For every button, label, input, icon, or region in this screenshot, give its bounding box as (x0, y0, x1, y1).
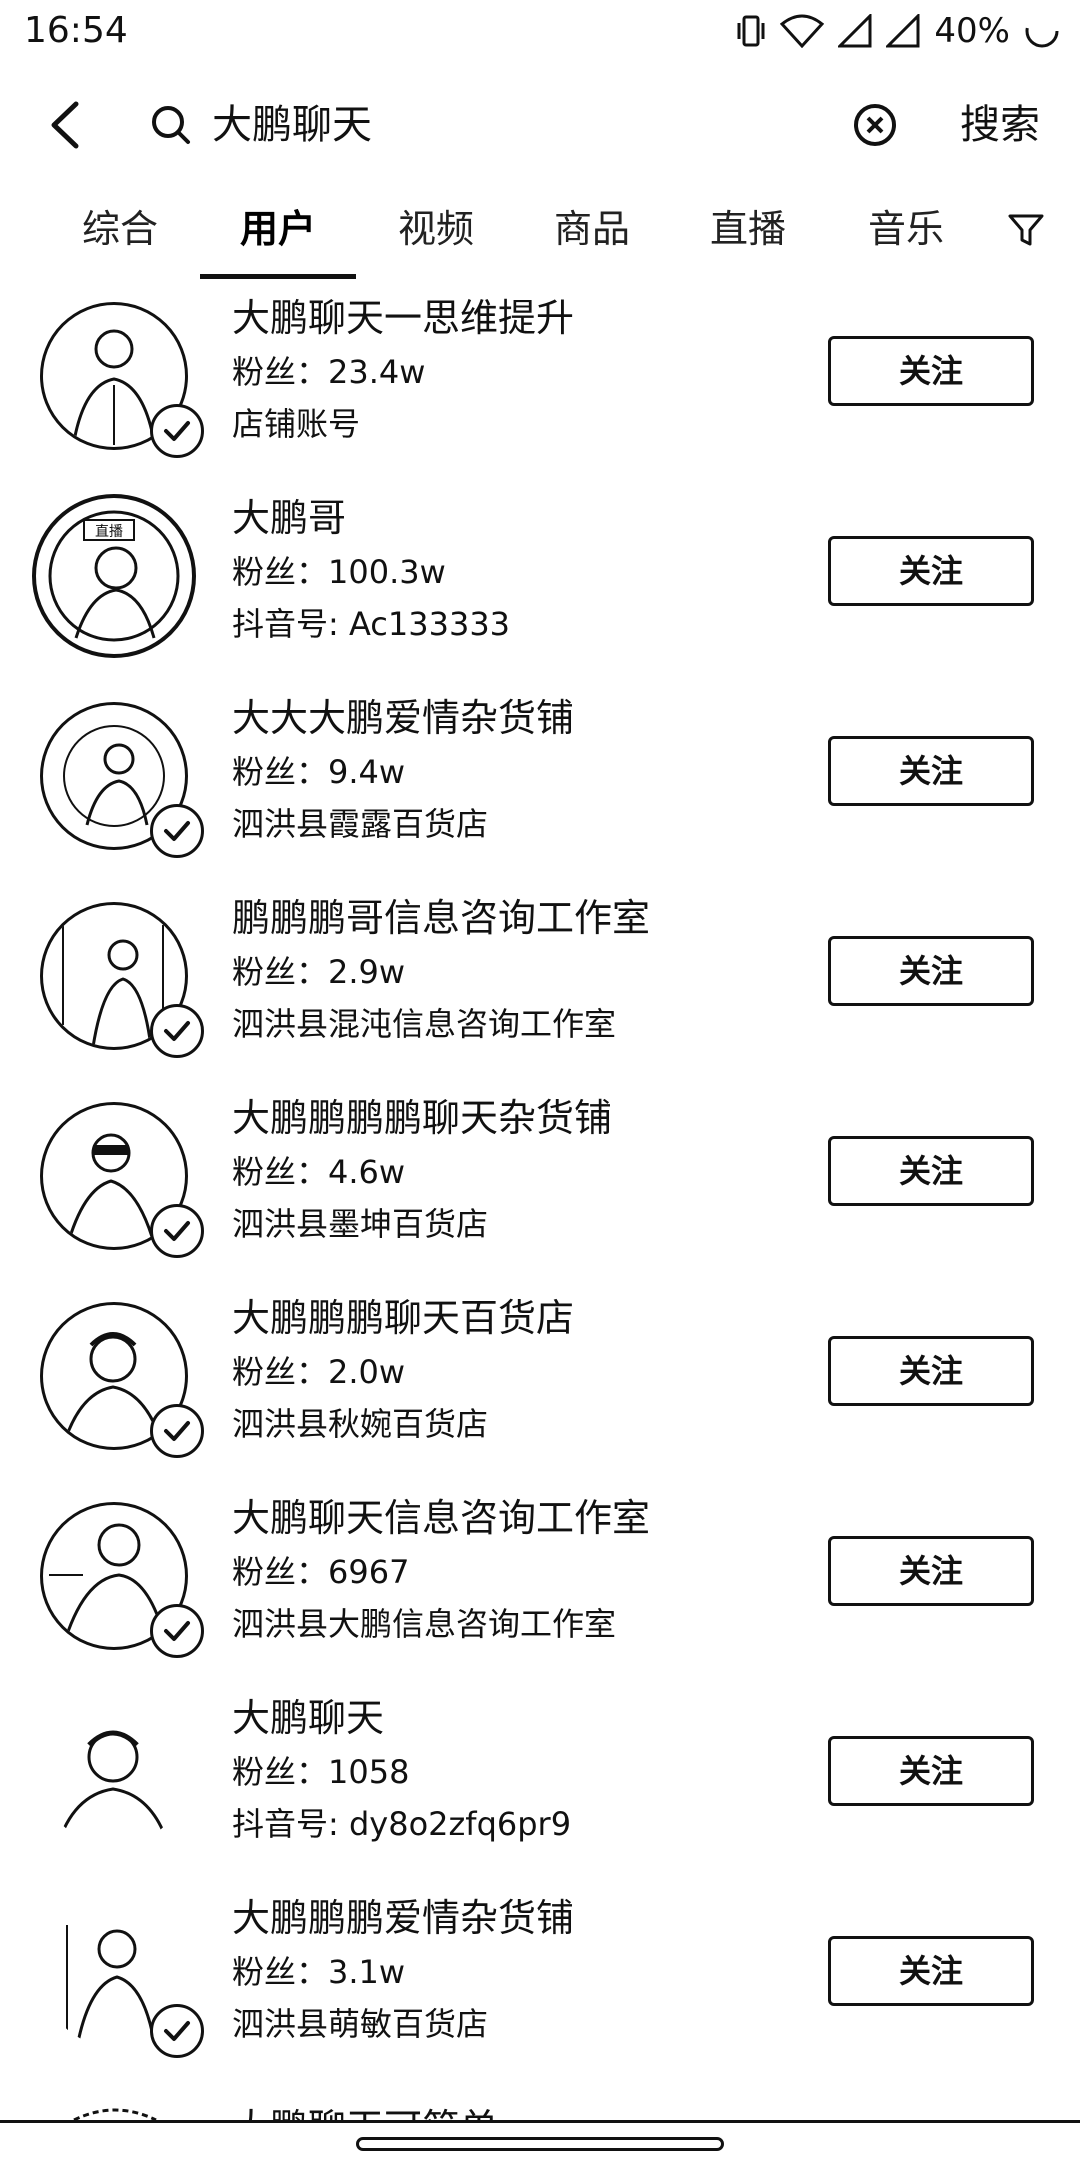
list-item[interactable]: 大鹏聊天 粉丝：1058 抖音号: dy8o2zfq6pr9 关注 (0, 1690, 1080, 1890)
avatar-live[interactable]: 直播 (32, 494, 196, 658)
tab-videos[interactable]: 视频 (396, 200, 476, 258)
search-icon (148, 102, 194, 148)
tab-live[interactable]: 直播 (708, 200, 788, 258)
user-name: 鹏鹏鹏哥信息咨询工作室 (232, 896, 651, 940)
navigation-bar (0, 2120, 1080, 2160)
list-item[interactable]: 大鹏鹏鹏鹏聊天杂货铺 粉丝：4.6w 泗洪县墨坤百货店 关注 (0, 1090, 1080, 1290)
user-subtitle: 泗洪县大鹏信息咨询工作室 (232, 1605, 617, 1643)
verified-badge (150, 404, 204, 458)
list-item[interactable]: 直播 大鹏哥 粉丝：100.3w 抖音号: Ac133333 关注 (0, 490, 1080, 690)
user-fans: 粉丝：100.3w (232, 553, 446, 591)
check-icon (164, 1421, 190, 1441)
user-name: 大鹏哥 (232, 496, 347, 540)
tab-bar: 综合 用户 视频 商品 直播 音乐 (0, 190, 1080, 279)
follow-button[interactable]: 关注 (828, 1736, 1034, 1806)
user-fans: 粉丝：9.4w (232, 753, 406, 791)
status-bar: 16:54 40% (0, 0, 1080, 62)
user-fans: 粉丝：3.1w (232, 1953, 406, 1991)
battery-percent: 40% (934, 11, 1010, 51)
follow-button[interactable]: 关注 (828, 1336, 1034, 1406)
follow-button[interactable]: 关注 (828, 936, 1034, 1006)
search-button[interactable]: 搜索 (960, 96, 1040, 154)
verified-badge (150, 804, 204, 858)
user-name: 大鹏聊天一思维提升 (232, 296, 575, 340)
check-icon (164, 821, 190, 841)
check-icon (164, 1221, 190, 1241)
list-item[interactable]: 大大大鹏爱情杂货铺 粉丝：9.4w 泗洪县霞露百货店 关注 (0, 690, 1080, 890)
search-input[interactable]: 大鹏聊天 (212, 96, 372, 154)
check-icon (164, 2021, 190, 2041)
app-screen: 16:54 40% 大鹏聊天 搜索 综合 用户 视频 商品 直播 音乐 大鹏聊天… (0, 0, 1080, 2160)
verified-badge (150, 1004, 204, 1058)
vibrate-icon (736, 13, 766, 49)
status-icons: 40% (736, 8, 1060, 54)
user-fans: 粉丝：2.0w (232, 1353, 406, 1391)
verified-badge (150, 2004, 204, 2058)
user-name: 大鹏聊天 (232, 1696, 385, 1740)
chevron-left-icon (51, 101, 79, 149)
user-name: 大鹏鹏鹏鹏聊天杂货铺 (232, 1096, 613, 1140)
user-fans: 粉丝：2.9w (232, 953, 406, 991)
user-subtitle: 抖音号: dy8o2zfq6pr9 (232, 1805, 572, 1843)
list-item[interactable]: 大鹏聊天一思维提升 粉丝：23.4w 店铺账号 关注 (0, 290, 1080, 490)
check-icon (164, 1621, 190, 1641)
user-subtitle: 泗洪县萌敏百货店 (232, 2005, 489, 2043)
signal-icon (886, 14, 920, 48)
list-item[interactable]: 大鹏聊天信息咨询工作室 粉丝：6967 泗洪县大鹏信息咨询工作室 关注 (0, 1490, 1080, 1690)
avatar[interactable] (70, 2104, 160, 2120)
user-fans: 粉丝：4.6w (232, 1153, 406, 1191)
active-tab-indicator (200, 274, 356, 279)
follow-button[interactable]: 关注 (828, 336, 1034, 406)
follow-button[interactable]: 关注 (828, 1536, 1034, 1606)
follow-button[interactable]: 关注 (828, 1936, 1034, 2006)
user-subtitle: 店铺账号 (232, 405, 361, 443)
home-indicator[interactable] (356, 2137, 724, 2151)
list-item[interactable]: 大鹏鹏鹏聊天百货店 粉丝：2.0w 泗洪县秋婉百货店 关注 (0, 1290, 1080, 1490)
battery-icon (1024, 13, 1060, 49)
tab-music[interactable]: 音乐 (866, 200, 946, 258)
user-name: 大大大鹏爱情杂货铺 (232, 696, 575, 740)
wifi-icon (780, 14, 825, 48)
search-header: 大鹏聊天 搜索 (0, 80, 1080, 170)
user-name: 大鹏聊天可简单 (232, 2100, 498, 2120)
verified-badge (150, 1404, 204, 1458)
tab-users[interactable]: 用户 (238, 200, 318, 258)
list-item[interactable]: 大鹏鹏鹏爱情杂货铺 粉丝：3.1w 泗洪县萌敏百货店 关注 (0, 1890, 1080, 2090)
verified-badge (150, 1604, 204, 1658)
user-fans: 粉丝：6967 (232, 1553, 410, 1591)
clear-icon (854, 104, 896, 146)
user-subtitle: 泗洪县霞露百货店 (232, 805, 489, 843)
signal-icon (838, 14, 872, 48)
follow-button[interactable]: 关注 (828, 536, 1034, 606)
status-time: 16:54 (24, 10, 128, 51)
user-name: 大鹏聊天信息咨询工作室 (232, 1496, 651, 1540)
user-name: 大鹏鹏鹏聊天百货店 (232, 1296, 575, 1340)
follow-button[interactable]: 关注 (828, 1136, 1034, 1206)
follow-button[interactable]: 关注 (828, 736, 1034, 806)
avatar[interactable] (40, 1702, 188, 1850)
tab-products[interactable]: 商品 (552, 200, 632, 258)
check-icon (164, 1021, 190, 1041)
user-fans: 粉丝：1058 (232, 1753, 410, 1791)
user-name: 大鹏鹏鹏爱情杂货铺 (232, 1896, 575, 1940)
user-subtitle: 抖音号: Ac133333 (232, 605, 511, 643)
filter-icon[interactable] (1006, 210, 1046, 250)
back-button[interactable] (36, 96, 94, 154)
user-subtitle: 泗洪县混沌信息咨询工作室 (232, 1005, 617, 1043)
check-icon (164, 421, 190, 441)
live-label: 直播 (95, 523, 123, 540)
user-fans: 粉丝：23.4w (232, 353, 426, 391)
user-subtitle: 泗洪县墨坤百货店 (232, 1205, 489, 1243)
list-item[interactable]: 鹏鹏鹏哥信息咨询工作室 粉丝：2.9w 泗洪县混沌信息咨询工作室 关注 (0, 890, 1080, 1090)
clear-search-button[interactable] (852, 102, 898, 148)
user-subtitle: 泗洪县秋婉百货店 (232, 1405, 489, 1443)
tab-overall[interactable]: 综合 (80, 200, 160, 258)
verified-badge (150, 1204, 204, 1258)
